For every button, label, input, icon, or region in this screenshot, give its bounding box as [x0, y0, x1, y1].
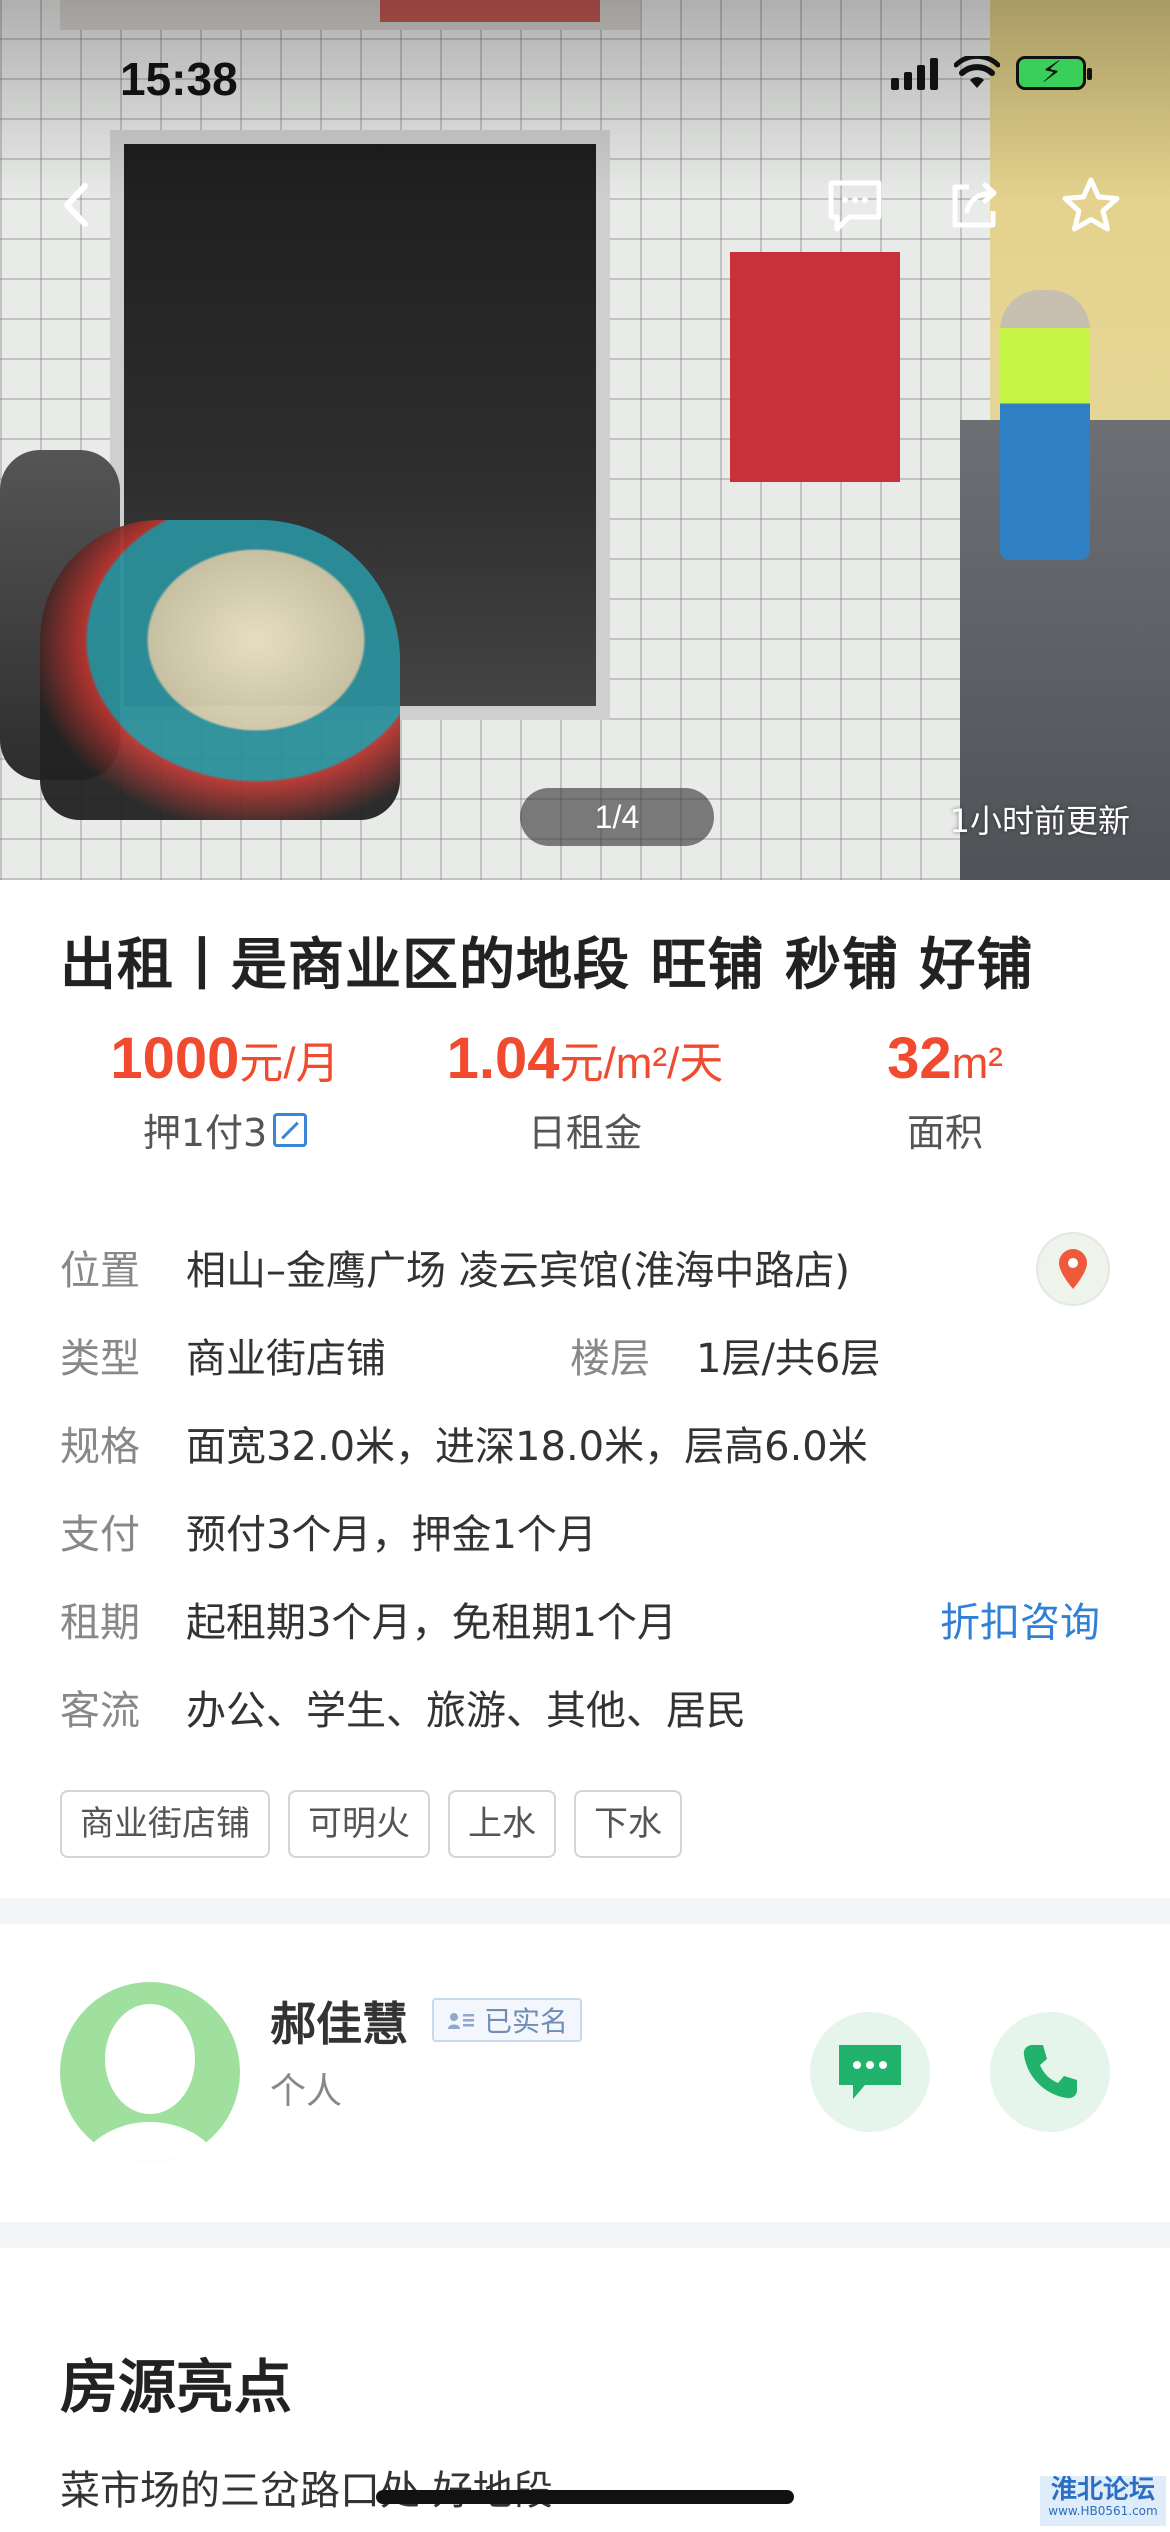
share-button[interactable] [940, 170, 1010, 240]
battery-icon: ⚡ [1016, 55, 1092, 90]
deposit-terms: 押1付3 [142, 1111, 268, 1155]
stat-daily-rent: 1.04元/m²/天 日租金 [420, 1030, 750, 1157]
photo-page-indicator: 1/4 [520, 788, 714, 846]
back-button[interactable] [42, 170, 112, 240]
type-label: 类型 [60, 1336, 140, 1382]
agent-avatar[interactable] [60, 1982, 240, 2162]
detail-lease: 租期 起租期3个月，免租期1个月 [60, 1590, 677, 1648]
daily-rent-amount: 1.04 [446, 1026, 560, 1091]
update-time: 1小时前更新 [949, 802, 1130, 840]
rent-label[interactable]: 押1付3 [142, 1102, 308, 1157]
cellular-signal-icon [891, 56, 938, 90]
section-divider [0, 2222, 1170, 2248]
floor-label: 楼层 [570, 1336, 650, 1382]
daily-rent-label: 日租金 [527, 1111, 642, 1155]
verified-label: 已实名 [484, 2005, 569, 2038]
chat-button[interactable] [810, 2012, 930, 2132]
photo-person [1000, 290, 1090, 560]
location-label: 位置 [60, 1248, 140, 1294]
highlights-text: 菜市场的三岔路口处 好地段 [60, 2468, 553, 2514]
area-unit: m² [951, 1039, 1003, 1088]
id-card-icon [448, 2013, 474, 2029]
payment-label: 支付 [60, 1512, 140, 1558]
floor-value: 1层/共6层 [696, 1336, 881, 1382]
rent-value: 1000元/月 [60, 1030, 390, 1088]
status-time: 15:38 [120, 53, 238, 105]
type-value: 商业街店铺 [186, 1336, 386, 1382]
location-value: 相山–金鹰广场 凌云宾馆(淮海中路店) [186, 1248, 850, 1294]
watermark-url: www.HB0561.com [1048, 2504, 1158, 2518]
star-icon [1062, 177, 1120, 232]
detail-traffic: 客流 办公、学生、旅游、其他、居民 [60, 1678, 746, 1736]
area-amount: 32 [887, 1026, 952, 1091]
watermark-logo: 淮北论坛 www.HB0561.com [1040, 2476, 1166, 2526]
traffic-value: 办公、学生、旅游、其他、居民 [186, 1688, 746, 1734]
highlights-title: 房源亮点 [60, 2353, 293, 2421]
tag: 下水 [574, 1790, 682, 1858]
detail-type-floor: 类型 商业街店铺 楼层 1层/共6层 [60, 1326, 880, 1384]
listing-stats: 1000元/月 押1付3 1.04元/m²/天 日租金 32m² 面积 [60, 1030, 1110, 1157]
tag: 商业街店铺 [60, 1790, 270, 1858]
rent-unit: 元/月 [239, 1039, 340, 1088]
lease-label: 租期 [60, 1600, 140, 1646]
rent-amount: 1000 [110, 1026, 240, 1091]
agent-name: 郝佳慧 [270, 1997, 408, 2051]
stat-rent: 1000元/月 押1付3 [60, 1030, 390, 1157]
tag: 可明火 [288, 1790, 430, 1858]
section-divider [0, 1898, 1170, 1924]
tag: 上水 [448, 1790, 556, 1858]
listing-photo-gallery[interactable]: 15:38 ⚡ 1/4 1小时前更新 [0, 0, 1170, 880]
avatar-body [75, 2122, 225, 2162]
avatar-head [105, 2004, 195, 2114]
listing-tags: 商业街店铺 可明火 上水 下水 [60, 1790, 682, 1858]
calculator-icon[interactable] [273, 1112, 308, 1147]
home-indicator[interactable] [376, 2490, 794, 2504]
phone-icon [1023, 2045, 1077, 2099]
message-button[interactable] [820, 170, 890, 240]
payment-value: 预付3个月，押金1个月 [186, 1512, 597, 1558]
watermark-text: 淮北论坛 [1050, 2476, 1155, 2505]
map-button[interactable] [1036, 1232, 1110, 1306]
detail-payment: 支付 预付3个月，押金1个月 [60, 1502, 597, 1560]
traffic-label: 客流 [60, 1688, 140, 1734]
detail-location: 位置 相山–金鹰广场 凌云宾馆(淮海中路店) [60, 1238, 850, 1296]
stat-area: 32m² 面积 [780, 1030, 1110, 1157]
share-icon [952, 182, 997, 228]
lease-value: 起租期3个月，免租期1个月 [186, 1600, 677, 1646]
photo-scooter [40, 520, 400, 820]
spec-label: 规格 [60, 1424, 140, 1470]
discount-inquiry-link[interactable]: 折扣咨询 [940, 1590, 1100, 1648]
area-value: 32m² [780, 1030, 1110, 1088]
agent-type: 个人 [270, 2071, 343, 2112]
spec-value: 面宽32.0米，进深18.0米，层高6.0米 [186, 1424, 868, 1470]
daily-rent-unit: 元/m²/天 [559, 1039, 724, 1088]
map-pin-icon [1059, 1249, 1087, 1289]
wifi-icon [954, 56, 1000, 88]
message-icon [839, 2045, 901, 2099]
call-button[interactable] [990, 2012, 1110, 2132]
favorite-button[interactable] [1056, 170, 1126, 240]
chat-bubble-icon [828, 180, 882, 232]
daily-rent-value: 1.04元/m²/天 [420, 1030, 750, 1088]
status-icons: ⚡ [891, 55, 1092, 90]
chevron-left-icon [64, 183, 88, 227]
photo-rent-poster [730, 252, 900, 482]
area-label: 面积 [906, 1111, 983, 1155]
detail-spec: 规格 面宽32.0米，进深18.0米，层高6.0米 [60, 1414, 868, 1472]
verified-badge: 已实名 [432, 1998, 583, 2042]
listing-title: 出租丨是商业区的地段 旺铺 秒铺 好铺 [60, 933, 1034, 998]
